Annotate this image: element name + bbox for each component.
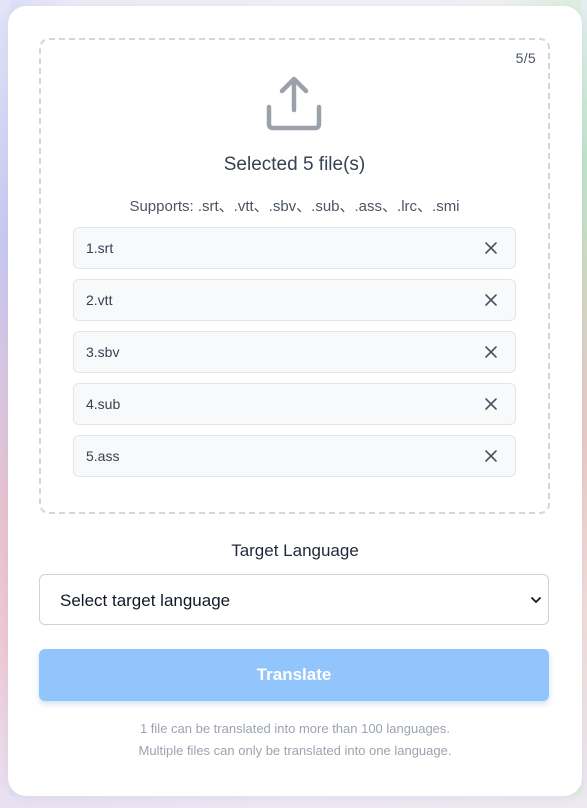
help-note-single-file: 1 file can be translated into more than … [139, 721, 451, 736]
file-name: 4.sub [86, 396, 121, 412]
remove-file-close-icon[interactable] [483, 448, 499, 464]
upload-icon [266, 76, 322, 131]
file-item: 1.srt [73, 227, 516, 269]
file-item: 5.ass [73, 435, 516, 477]
translate-button[interactable]: Translate [39, 649, 549, 701]
file-name: 2.vtt [86, 292, 113, 308]
remove-file-close-icon[interactable] [483, 240, 499, 256]
file-name: 5.ass [86, 448, 120, 464]
file-count: 5/5 [515, 50, 536, 66]
remove-file-close-icon[interactable] [483, 292, 499, 308]
target-language-label: Target Language [231, 541, 359, 560]
file-name: 1.srt [86, 240, 114, 256]
file-item: 2.vtt [73, 279, 516, 321]
file-name: 3.sbv [86, 344, 120, 360]
supported-formats-text: Supports: .srt、.vtt、.sbv、.sub、.ass、.lrc、… [129, 198, 460, 215]
translator-card: 5/5 Selected 5 file(s) Supports: .srt、.v… [8, 6, 582, 796]
target-language-selected-value: Select target language [60, 591, 231, 610]
file-dropzone[interactable]: 5/5 Selected 5 file(s) Supports: .srt、.v… [39, 38, 550, 514]
file-item: 4.sub [73, 383, 516, 425]
remove-file-close-icon[interactable] [483, 344, 499, 360]
file-item: 3.sbv [73, 331, 516, 373]
help-note-multiple-files: Multiple files can only be translated in… [138, 743, 452, 758]
file-list: 1.srt 2.vtt 3.sbv 4.sub 5.ass [73, 227, 516, 487]
chevron-down-icon [531, 597, 541, 603]
remove-file-close-icon[interactable] [483, 396, 499, 412]
selected-files-title: Selected 5 file(s) [223, 154, 366, 175]
background-bottom-edge [0, 796, 587, 808]
target-language-select[interactable]: Select target language [39, 574, 549, 625]
